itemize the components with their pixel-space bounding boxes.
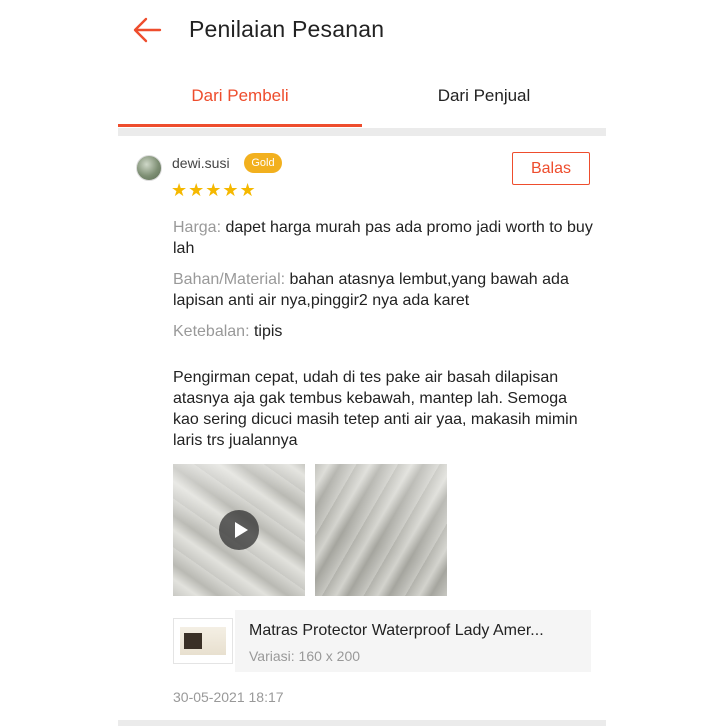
tab-dari-penjual[interactable]: Dari Penjual — [362, 86, 606, 106]
star-rating: ★★★★★ — [171, 180, 257, 200]
attribute-value: dapet harga murah pas ada promo jadi wor… — [173, 219, 593, 257]
active-tab-indicator — [118, 124, 362, 127]
app-header: Penilaian Pesanan — [118, 0, 606, 62]
tab-dari-pembeli[interactable]: Dari Pembeli — [118, 86, 362, 106]
attribute-ketebalan: Ketebalan: tipis — [173, 321, 593, 342]
review-comment: Pengirman cepat, udah di tes pake air ba… — [173, 369, 578, 449]
reply-button[interactable]: Balas — [512, 152, 590, 185]
play-icon[interactable] — [219, 510, 259, 550]
attribute-label: Harga: — [173, 219, 222, 236]
product-package-graphic — [184, 633, 202, 649]
tab-divider — [118, 128, 606, 136]
attribute-label: Bahan/Material: — [173, 271, 286, 288]
attribute-bahan: Bahan/Material: bahan atasnya lembut,yan… — [173, 269, 593, 311]
product-image-inner — [180, 627, 226, 655]
review-screen: Penilaian Pesanan Dari Pembeli Dari Penj… — [118, 0, 606, 726]
product-card[interactable]: Matras Protector Waterproof Lady Amer...… — [173, 610, 591, 672]
review-video-thumbnail[interactable] — [173, 464, 305, 596]
product-name: Matras Protector Waterproof Lady Amer... — [249, 622, 544, 639]
section-divider — [118, 720, 606, 726]
gold-badge: Gold — [244, 153, 282, 173]
attribute-label: Ketebalan: — [173, 323, 250, 340]
arrow-left-icon[interactable] — [132, 16, 164, 44]
page-title: Penilaian Pesanan — [189, 16, 385, 42]
product-variant: Variasi: 160 x 200 — [249, 648, 361, 664]
review-photo-thumbnail[interactable] — [315, 464, 447, 596]
review-date: 30-05-2021 18:17 — [173, 689, 284, 705]
product-info[interactable]: Matras Protector Waterproof Lady Amer...… — [235, 610, 591, 672]
product-image — [173, 618, 233, 664]
reviewer-username: dewi.susi — [172, 155, 230, 171]
attribute-value: tipis — [253, 323, 283, 340]
avatar[interactable] — [136, 155, 162, 181]
tab-bar: Dari Pembeli Dari Penjual — [118, 72, 606, 136]
attribute-harga: Harga: dapet harga murah pas ada promo j… — [173, 217, 593, 259]
